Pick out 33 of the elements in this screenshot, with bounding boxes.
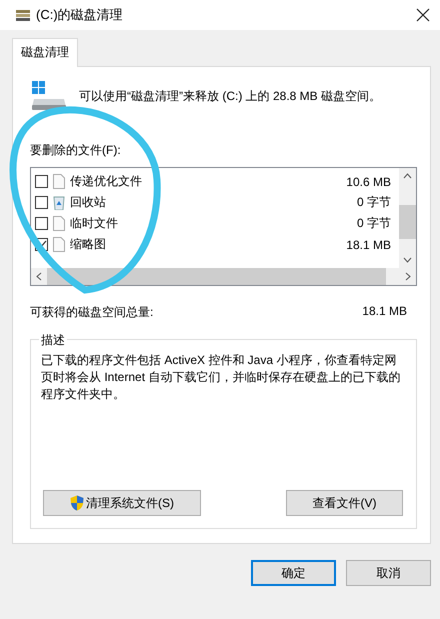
tab[interactable]: 磁盘清理 [12,38,78,67]
shield-icon [70,495,84,511]
file-name: 缩略图 [70,236,107,253]
checkbox[interactable] [35,217,48,230]
button[interactable]: 取消 [346,560,431,586]
document-icon [53,174,65,189]
list-label: 要删除的文件(F): [30,142,122,159]
document-icon [53,237,65,252]
file-size: 0 字节 [356,215,392,232]
button[interactable]: 清理系统文件(S) [43,490,201,516]
summary-text: 可以使用“磁盘清理”来释放 (C:) 上的 28.8 MB 磁盘空间。 [79,88,382,104]
button[interactable]: 查看文件(V) [286,490,403,516]
window-title: (C:)的磁盘清理 [36,6,123,24]
drive-icon [16,10,30,20]
vertical-scrollbar[interactable] [399,168,416,268]
recycle-bin-icon [53,195,65,210]
description-text: 已下载的程序文件包括 ActiveX 控件和 Java 小程序，你查看特定网页时将会从 Internet 自动下载它们，并临时保存在硬盘上的已下载的程序文件夹中。 [41,352,402,403]
close-icon[interactable] [416,8,430,22]
file-size: 10.6 MB [346,174,392,188]
document-icon [53,216,65,231]
group-title: 描述 [39,332,67,349]
button[interactable]: 确定 [251,560,336,586]
checkbox[interactable] [35,175,48,188]
file-size: 18.1 MB [346,238,392,252]
drive-icon [32,81,66,111]
total-value: 18.1 MB [362,304,407,320]
file-name: 回收站 [70,194,107,211]
scrollbar-thumb[interactable] [399,205,416,239]
file-size: 0 字节 [356,194,392,211]
file-name: 临时文件 [70,215,119,232]
checkbox[interactable] [35,196,48,209]
file-name: 传递优化文件 [70,173,143,190]
total-label: 可获得的磁盘空间总量: [30,304,154,321]
